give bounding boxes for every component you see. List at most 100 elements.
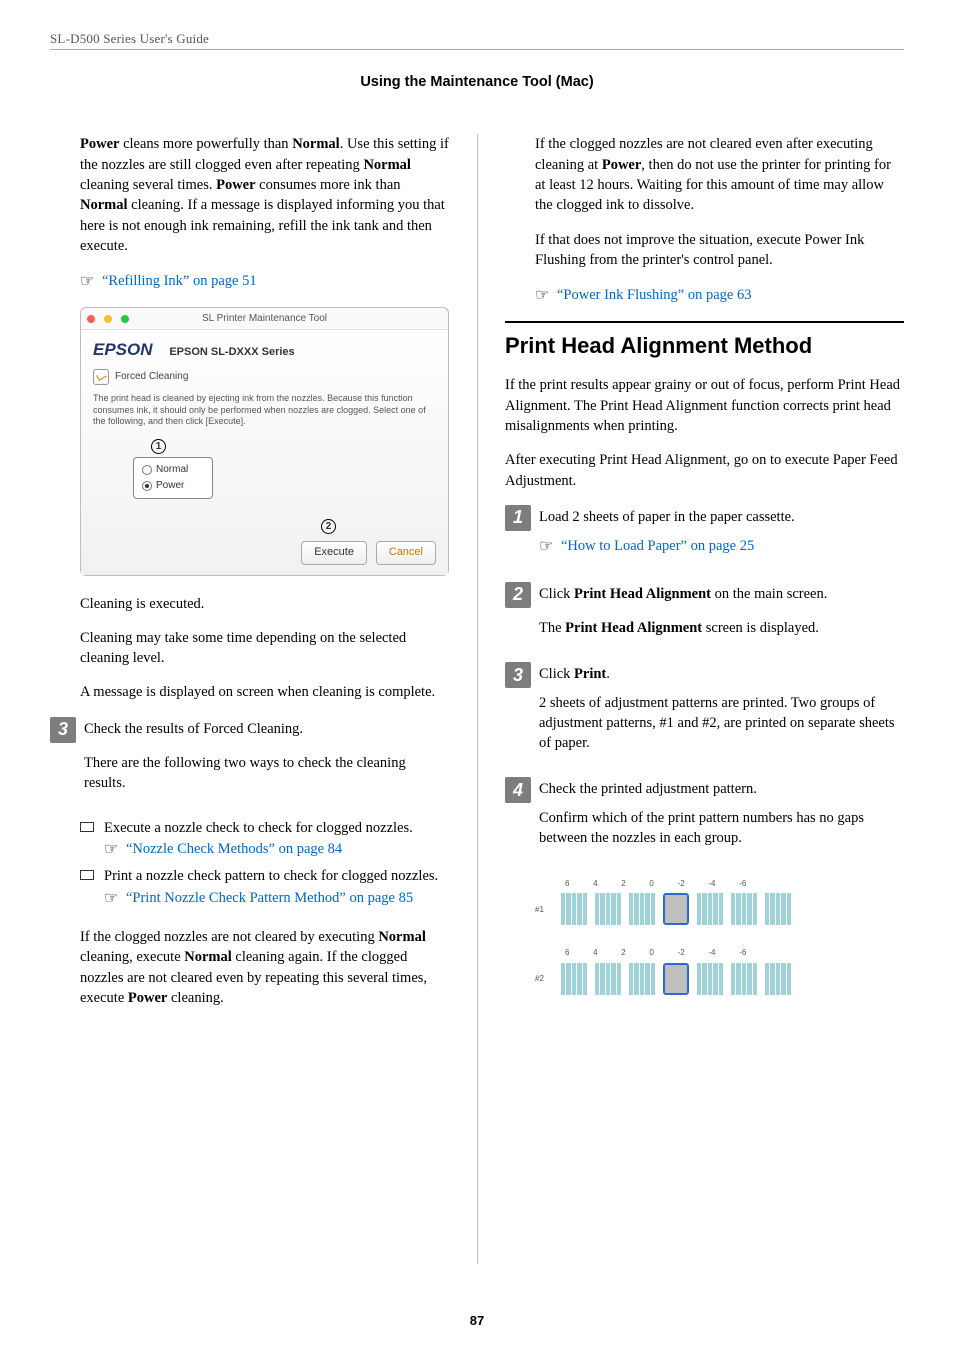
link-nozzle-check-methods[interactable]: “Nozzle Check Methods” on page 84: [126, 841, 342, 857]
radio-icon: [142, 481, 152, 491]
bullet-text: Print a nozzle check pattern to check fo…: [104, 866, 449, 886]
text-bold: Normal: [80, 197, 128, 213]
step-text: Check the printed adjustment pattern.: [539, 779, 904, 799]
screenshot-maintenance-tool: SL Printer Maintenance Tool EPSON EPSON …: [80, 307, 449, 576]
text-bold: Normal: [292, 136, 340, 152]
pattern-label: -4: [708, 947, 715, 958]
pattern-block: [595, 963, 621, 995]
pattern-block: [697, 963, 723, 995]
heading-print-head-alignment: Print Head Alignment Method: [505, 321, 904, 362]
text: screen is displayed.: [702, 620, 819, 636]
step-title: Check the results of Forced Cleaning.: [84, 719, 449, 739]
paragraph: If the clogged nozzles are not cleared b…: [80, 927, 449, 1008]
brand-logo: EPSON: [93, 338, 153, 362]
callout-1: 1: [151, 439, 166, 454]
link-refilling-ink[interactable]: “Refilling Ink” on page 51: [102, 273, 257, 289]
bullet-item: Print a nozzle check pattern to check fo…: [80, 866, 449, 909]
text-bold: Print: [574, 666, 606, 682]
page-header: SL-D500 Series User's Guide: [50, 30, 904, 48]
cross-ref: ☞ “Power Ink Flushing” on page 63: [535, 284, 904, 306]
step-3: 3 Check the results of Forced Cleaning. …: [50, 717, 449, 808]
pattern-label: 6: [565, 878, 569, 889]
step-1: 1 Load 2 sheets of paper in the paper ca…: [505, 505, 904, 572]
text-bold: Print Head Alignment: [574, 586, 711, 602]
pattern-label: -2: [678, 878, 685, 889]
paragraph: If the print results appear grainy or ou…: [505, 375, 904, 436]
text: cleaning, execute: [80, 949, 184, 965]
text: cleaning several times.: [80, 177, 216, 193]
left-column: Power cleans more powerfully than Normal…: [50, 134, 477, 1264]
pattern-block: [629, 963, 655, 995]
pattern-label: 4: [593, 947, 597, 958]
text: The: [539, 620, 565, 636]
column-separator: [477, 134, 478, 1264]
cross-ref: ☞ “Refilling Ink” on page 51: [80, 270, 449, 292]
text-bold: Normal: [378, 929, 426, 945]
pattern-label: 0: [649, 947, 653, 958]
pattern-group-id: #1: [535, 904, 561, 915]
step-text: Click Print.: [539, 664, 904, 684]
alignment-pattern-figure: 6 4 2 0 -2 -4 -6 #1: [535, 878, 904, 994]
link-how-to-load-paper[interactable]: “How to Load Paper” on page 25: [561, 538, 754, 554]
pattern-block: [697, 893, 723, 925]
step-text: Click Print Head Alignment on the main s…: [539, 584, 904, 604]
cancel-button[interactable]: Cancel: [376, 541, 436, 564]
step-text: Load 2 sheets of paper in the paper cass…: [539, 507, 904, 527]
pattern-block: [765, 893, 791, 925]
step-2: 2 Click Print Head Alignment on the main…: [505, 582, 904, 653]
text-bold: Power: [602, 157, 641, 173]
text-bold: Print Head Alignment: [565, 620, 702, 636]
text: .: [606, 666, 610, 682]
text-bold: Power: [80, 136, 119, 152]
right-column: If the clogged nozzles are not cleared e…: [477, 134, 904, 1264]
text: Click: [539, 586, 574, 602]
pattern-label: -2: [678, 947, 685, 958]
pointer-icon: ☞: [104, 888, 118, 910]
paragraph: After executing Print Head Alignment, go…: [505, 450, 904, 491]
text: Click: [539, 666, 574, 682]
callout-2: 2: [321, 519, 336, 534]
pattern-labels: 6 4 2 0 -2 -4 -6: [565, 947, 904, 958]
pattern-label: 0: [649, 878, 653, 889]
text-bold: Normal: [363, 157, 411, 173]
panel-title: Forced Cleaning: [115, 370, 188, 384]
paragraph: Power cleans more powerfully than Normal…: [80, 134, 449, 256]
pointer-icon: ☞: [535, 285, 549, 307]
pattern-block: [731, 893, 757, 925]
radio-normal[interactable]: Normal: [142, 462, 204, 478]
text: on the main screen.: [711, 586, 827, 602]
bullet-icon: [80, 822, 94, 832]
pattern-block-selected: [663, 963, 689, 995]
pattern-block: [731, 963, 757, 995]
pattern-group-2: 6 4 2 0 -2 -4 -6 #2: [535, 947, 904, 994]
pointer-icon: ☞: [104, 839, 118, 861]
bullet-icon: [80, 870, 94, 880]
pattern-label: -4: [708, 878, 715, 889]
step-number-badge: 2: [505, 582, 531, 608]
window-titlebar: SL Printer Maintenance Tool: [81, 308, 448, 330]
link-print-nozzle-check-pattern[interactable]: “Print Nozzle Check Pattern Method” on p…: [126, 890, 413, 906]
header-rule: [50, 49, 904, 50]
pointer-icon: ☞: [539, 536, 553, 558]
model-label: EPSON SL-DXXX Series: [169, 346, 294, 358]
step-4: 4 Check the printed adjustment pattern. …: [505, 777, 904, 862]
section-heading: Using the Maintenance Tool (Mac): [50, 72, 904, 92]
step-text: 2 sheets of adjustment patterns are prin…: [539, 693, 904, 754]
text-bold: Normal: [184, 949, 232, 965]
forced-cleaning-icon: [93, 369, 109, 385]
pattern-label: -6: [739, 947, 746, 958]
pattern-label: 2: [621, 947, 625, 958]
text-bold: Power: [216, 177, 255, 193]
text: If the clogged nozzles are not cleared b…: [80, 929, 378, 945]
radio-power[interactable]: Power: [142, 478, 204, 494]
pattern-block: [629, 893, 655, 925]
pattern-labels: 6 4 2 0 -2 -4 -6: [565, 878, 904, 889]
pattern-label: 6: [565, 947, 569, 958]
link-power-ink-flushing[interactable]: “Power Ink Flushing” on page 63: [557, 287, 752, 303]
paragraph: There are the following two ways to chec…: [84, 753, 449, 794]
step-text: Confirm which of the print pattern numbe…: [539, 808, 904, 849]
window-title: SL Printer Maintenance Tool: [81, 312, 448, 326]
execute-button[interactable]: Execute: [301, 541, 367, 564]
radio-label: Normal: [156, 463, 188, 477]
paragraph: If that does not improve the situation, …: [535, 230, 904, 271]
